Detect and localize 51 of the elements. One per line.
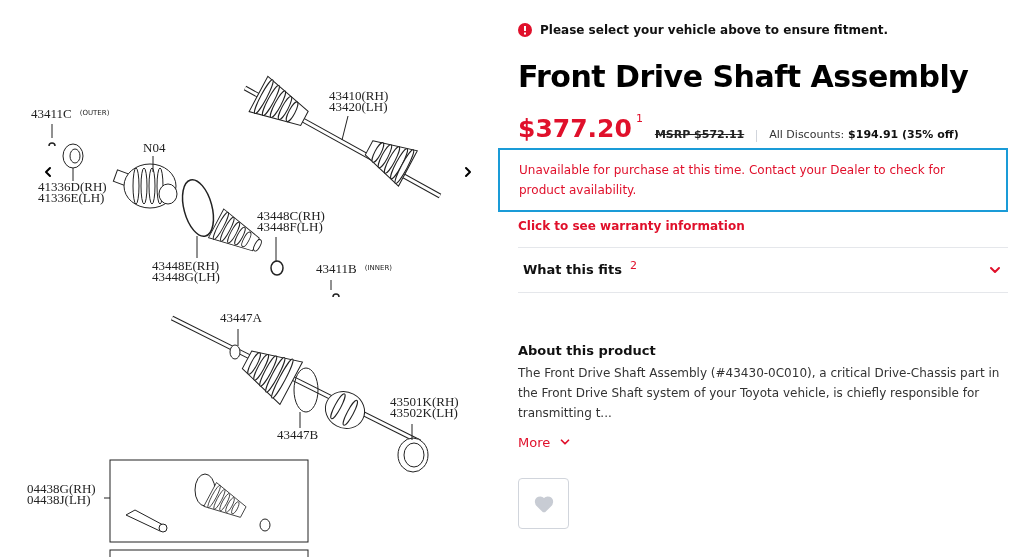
sale-price: $377.20 (518, 113, 632, 145)
oil-seal-icon (397, 437, 429, 473)
product-description: The Front Drive Shaft Assembly (#43430-0C010), a critical Drive-Chassis part in the Front Drive Shaft system of your Toyota vehicle, is chiefly responsible for transmitting t... (518, 364, 1001, 422)
accordion-title: What this fits $^{2}$ (523, 260, 637, 280)
part-number: 41336E(LH) (38, 192, 105, 203)
leader-line (330, 279, 332, 291)
alert-text: Please select your vehicle above to ensure fitment. (540, 22, 888, 39)
part-number: 04438J(LH) (27, 494, 91, 505)
alert-icon (518, 23, 532, 37)
part-number: 43448C(RH) (257, 210, 325, 221)
leader-line (72, 167, 74, 182)
msrp-price: MSRP $572.11 (654, 126, 745, 143)
heart-icon (533, 493, 554, 514)
part-number: 43448E(RH) (152, 260, 220, 271)
footnote-mark: 1 (635, 113, 643, 125)
part-number: 41336D(RH) (38, 181, 107, 192)
clip-icon (332, 293, 340, 298)
leader-line (237, 328, 239, 347)
part-number: 43410(RH) (329, 90, 389, 101)
part-number: 43447A (220, 312, 262, 323)
part-number: 43502K(LH) (390, 407, 459, 418)
accordion-header[interactable]: What this fits $^{2}$ (518, 247, 1008, 293)
availability-notice: Unavailable for purchase at this time. Contact your Dealer to check for product availability. (498, 148, 1008, 212)
leader-line (196, 235, 198, 259)
leader-line (411, 423, 413, 441)
part-number: 43420(LH) (329, 101, 389, 112)
part-number: 04438G(RH) (27, 483, 96, 494)
band-ring-icon (181, 179, 215, 237)
leader-line (51, 123, 53, 139)
part-number: 43501K(RH) (390, 396, 459, 407)
part-number: N04 (143, 142, 166, 153)
part-number: 43411C (31, 108, 72, 119)
leader-line (103, 497, 111, 499)
ring-icon (62, 143, 84, 169)
part-number: 43448G(LH) (152, 271, 220, 282)
clamp-icon (270, 260, 284, 276)
warranty-link[interactable]: Click to see warranty information (518, 217, 1008, 235)
discount-value: $194.91 (35% off) (848, 126, 959, 143)
part-number: 43447B (277, 429, 319, 440)
joint-drawing (112, 163, 178, 209)
part-number: 43448F(LH) (257, 221, 323, 232)
leader-line (152, 155, 154, 173)
more-button[interactable]: More (518, 432, 573, 452)
discount-label: All Discounts: (769, 126, 845, 143)
leader-line (299, 411, 301, 429)
product-title: Front Drive Shaft Assembly (518, 58, 969, 96)
section-heading: About this product (518, 342, 657, 360)
leader-line (341, 115, 349, 141)
part-number: 43411B (316, 263, 357, 274)
leader-line (275, 236, 277, 263)
clip-icon (48, 142, 56, 147)
